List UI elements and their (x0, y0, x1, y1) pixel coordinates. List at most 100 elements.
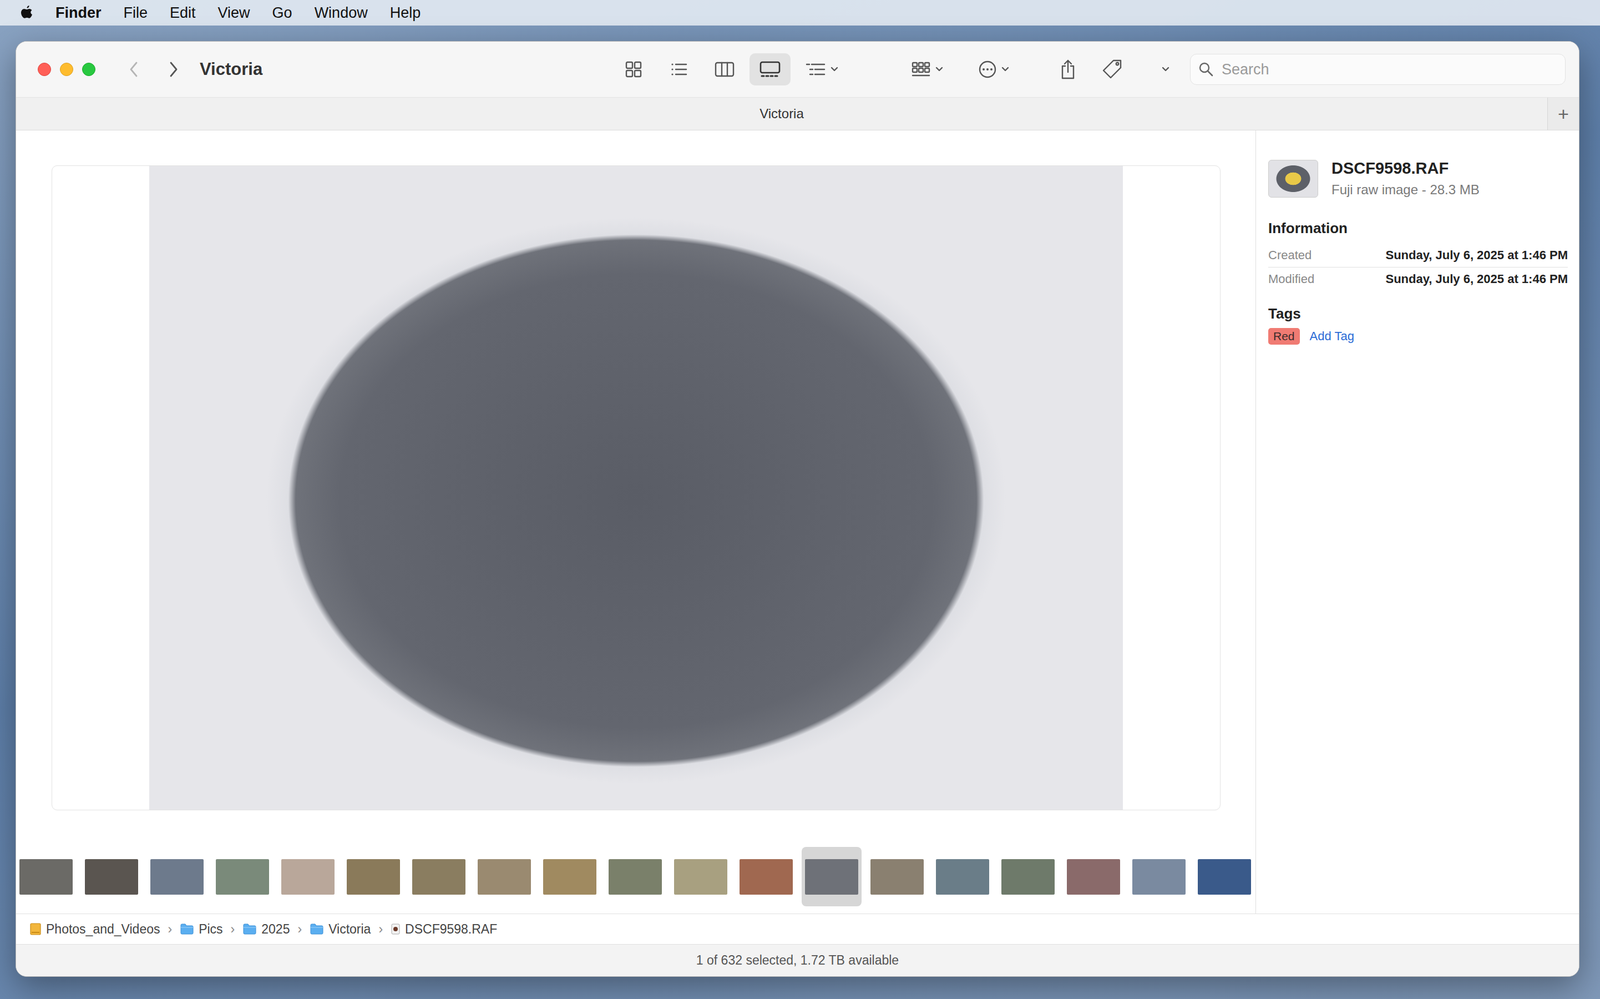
thumbnail-image (543, 858, 597, 895)
thumbnail-image (19, 858, 73, 895)
thumbnail-image (281, 858, 335, 895)
path-separator: › (167, 921, 172, 937)
menu-item[interactable]: Edit (169, 4, 196, 22)
thumbnail-image (412, 858, 466, 895)
path-separator: › (378, 921, 383, 937)
chevron-down-icon (829, 66, 839, 73)
path-label: Photos_and_Videos (46, 921, 160, 937)
folder-icon (179, 922, 195, 935)
thumbnail[interactable] (670, 846, 731, 906)
thumbnail[interactable] (1194, 846, 1255, 906)
grid-icon (910, 59, 932, 79)
path-item[interactable]: Victoria (309, 921, 371, 937)
gallery-options-button[interactable] (903, 53, 951, 86)
menu-item[interactable]: File (123, 4, 149, 22)
chevron-down-icon (1000, 66, 1010, 73)
thumbnail[interactable] (147, 846, 207, 906)
thumbnail-image (477, 858, 531, 895)
info-label: Created (1268, 247, 1312, 263)
thumbnail[interactable] (1063, 846, 1124, 906)
thumbnail[interactable] (277, 846, 338, 906)
preview-photo (149, 165, 1123, 810)
thumbnail[interactable] (474, 846, 535, 906)
menu-item[interactable]: View (218, 4, 251, 22)
thumbnail-image (935, 858, 990, 895)
thumbnail-image (84, 858, 139, 895)
chevron-down-icon (1161, 66, 1171, 73)
list-view-icon (669, 59, 690, 80)
path-label: DSCF9598.RAF (404, 921, 498, 937)
thumbnail[interactable] (539, 846, 600, 906)
view-mode-button[interactable] (613, 53, 655, 86)
menu-item[interactable]: Go (272, 4, 293, 22)
thumbnail-image (1132, 858, 1186, 895)
thumbnail-image (739, 858, 793, 895)
tag[interactable]: Red (1268, 327, 1300, 345)
ellipsis-circle-icon (977, 59, 998, 80)
thumbnail[interactable] (16, 846, 77, 906)
thumbnail[interactable] (867, 846, 928, 906)
view-mode-button[interactable] (749, 53, 791, 86)
path-separator: › (297, 921, 302, 937)
section-heading: Tags (1268, 305, 1568, 323)
new-tab-button[interactable]: + (1547, 97, 1579, 130)
path-item[interactable]: Pics (179, 921, 223, 937)
share-icon (1059, 58, 1077, 81)
app-menu[interactable]: Finder (55, 4, 102, 22)
toolbar: Victoria (16, 41, 1579, 98)
toolbar-overflow-button[interactable] (1157, 53, 1174, 86)
tab[interactable]: Victoria (16, 97, 1548, 130)
tab-bar: Victoria + (16, 97, 1579, 131)
finder-window: VictoriaVictoria+DSCF9598.RAFFuji raw im… (15, 41, 1580, 977)
group-icon (804, 60, 827, 79)
thumbnail[interactable] (801, 846, 862, 906)
thumbnail-image (608, 858, 662, 895)
path-item[interactable]: 2025 (242, 921, 290, 937)
thumbnail[interactable] (1128, 846, 1189, 906)
forward-button[interactable] (159, 56, 187, 83)
thumbnail-image (870, 858, 924, 895)
thumbnail[interactable] (998, 846, 1058, 906)
share-button[interactable] (1054, 53, 1082, 86)
apple-icon[interactable] (19, 4, 34, 21)
path-label: Victoria (328, 921, 371, 937)
search-field[interactable] (1190, 53, 1566, 85)
path-item[interactable]: DSCF9598.RAF (390, 921, 498, 937)
thumbnail[interactable] (343, 846, 404, 906)
view-mode-button[interactable] (704, 53, 746, 86)
file-name: DSCF9598.RAF (1331, 159, 1480, 178)
close-button[interactable] (37, 62, 52, 77)
thumbnail[interactable] (932, 846, 993, 906)
status-text: 1 of 632 selected, 1.72 TB available (696, 952, 899, 968)
minimize-button[interactable] (59, 62, 74, 77)
thumbnail[interactable] (408, 846, 469, 906)
folder-icon (242, 922, 257, 935)
path-item[interactable]: Photos_and_Videos (29, 921, 160, 937)
search-input[interactable] (1220, 60, 1558, 79)
more-button[interactable] (970, 53, 1017, 86)
path-label: 2025 (261, 921, 290, 937)
info-row: ModifiedSunday, July 6, 2025 at 1:46 PM (1268, 267, 1568, 291)
thumbnail[interactable] (736, 846, 797, 906)
group-button[interactable] (798, 53, 845, 86)
zoom-button[interactable] (82, 62, 96, 77)
view-mode-button[interactable] (658, 53, 700, 86)
menu-item[interactable]: Window (314, 4, 368, 22)
thumbnail[interactable] (605, 846, 666, 906)
menu-bar: Finder File Edit View Go Window Help (0, 0, 1600, 26)
info-row: CreatedSunday, July 6, 2025 at 1:46 PM (1268, 243, 1568, 268)
tag-list: Red Add Tag (1268, 327, 1568, 345)
back-button[interactable] (120, 56, 148, 83)
menu-item[interactable]: Help (390, 4, 422, 22)
content: DSCF9598.RAFFuji raw image - 28.3 MBInfo… (16, 130, 1579, 914)
thumbnail-image (674, 858, 728, 895)
thumbnail[interactable] (81, 846, 142, 906)
tag-button[interactable] (1099, 53, 1126, 86)
thumbnail-image (150, 858, 204, 895)
add-tag-link[interactable]: Add Tag (1309, 328, 1355, 344)
status-bar: 1 of 632 selected, 1.72 TB available (16, 943, 1579, 976)
tab-label: Victoria (759, 105, 804, 122)
chevron-down-icon (934, 66, 944, 73)
thumbnail[interactable] (212, 846, 273, 906)
columns-view-icon (714, 59, 736, 80)
